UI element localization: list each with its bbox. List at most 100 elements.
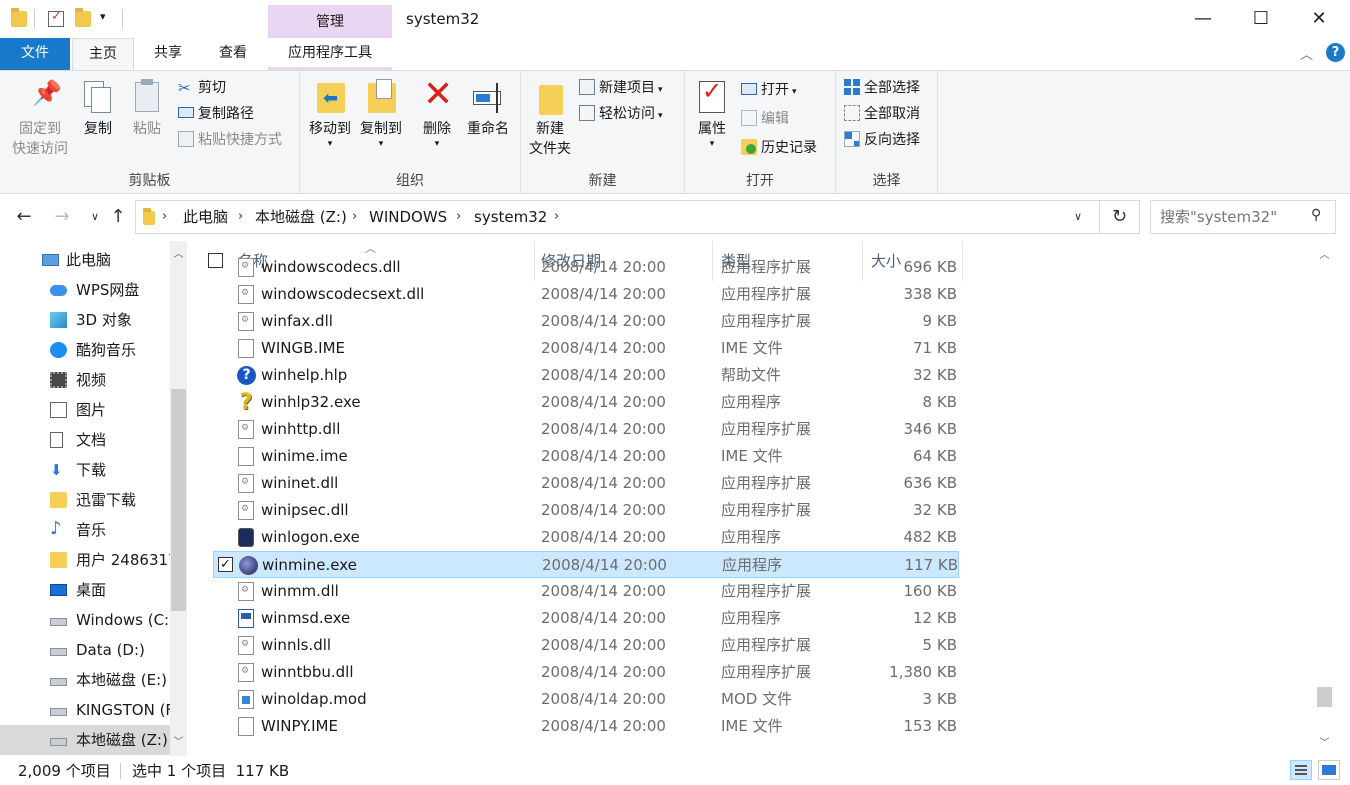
- nav-item[interactable]: WPS网盘: [0, 275, 170, 305]
- scroll-down-arrow-icon[interactable]: ﹀: [1316, 735, 1333, 752]
- file-row[interactable]: ✓ winmine.exe 2008/4/14 20:00 应用程序 117 KB: [213, 551, 959, 578]
- properties-button[interactable]: ✓ 属性 ▾: [691, 79, 733, 149]
- search-icon[interactable]: ⚲: [1311, 207, 1321, 223]
- recent-locations-chevron-icon[interactable]: ∨: [83, 203, 107, 231]
- file-row[interactable]: winlogon.exe 2008/4/14 20:00 应用程序 482 KB: [213, 524, 959, 551]
- nav-item[interactable]: ♪ 音乐: [0, 515, 170, 545]
- copy-to-button[interactable]: 复制到 ▾: [356, 79, 406, 149]
- collapse-ribbon-icon[interactable]: ︿: [1300, 44, 1313, 63]
- nav-item[interactable]: 用户 24863178: [0, 545, 170, 575]
- breadcrumb-windows[interactable]: WINDOWS: [369, 201, 447, 233]
- select-none-button[interactable]: 全部取消: [844, 103, 920, 125]
- nav-item[interactable]: 桌面: [0, 575, 170, 605]
- history-button[interactable]: 历史记录: [741, 137, 817, 159]
- tab-share[interactable]: 共享: [136, 38, 200, 70]
- back-arrow-icon[interactable]: ←: [12, 203, 36, 231]
- file-row[interactable]: winmm.dll 2008/4/14 20:00 应用程序扩展 160 KB: [213, 578, 959, 605]
- file-row[interactable]: winmsd.exe 2008/4/14 20:00 应用程序 12 KB: [213, 605, 959, 632]
- move-to-button[interactable]: ⬅ 移动到 ▾: [305, 79, 355, 149]
- file-list-scrollbar[interactable]: ︿ ﹀: [1316, 241, 1333, 756]
- close-button[interactable]: ✕: [1290, 0, 1348, 38]
- scroll-up-arrow-icon[interactable]: ︿: [1316, 247, 1333, 264]
- properties-quick-icon[interactable]: ✓: [48, 9, 64, 27]
- search-box[interactable]: ⚲: [1150, 200, 1336, 234]
- large-icons-view-icon[interactable]: [1318, 760, 1340, 780]
- file-row[interactable]: winnls.dll 2008/4/14 20:00 应用程序扩展 5 KB: [213, 632, 959, 659]
- file-row[interactable]: ? winhlp32.exe 2008/4/14 20:00 应用程序 8 KB: [213, 389, 959, 416]
- breadcrumb-separator-icon[interactable]: ›: [352, 201, 357, 233]
- nav-item[interactable]: 图片: [0, 395, 170, 425]
- file-row[interactable]: winime.ime 2008/4/14 20:00 IME 文件 64 KB: [213, 443, 959, 470]
- scroll-up-arrow-icon[interactable]: ︿: [170, 246, 187, 263]
- file-row[interactable]: WINGB.IME 2008/4/14 20:00 IME 文件 71 KB: [213, 335, 959, 362]
- paste-shortcut-button[interactable]: 粘贴快捷方式: [178, 129, 282, 151]
- pin-quick-access-button[interactable]: 📌 固定到 快速访问: [6, 79, 74, 159]
- new-folder-quick-icon[interactable]: [75, 8, 91, 27]
- tab-view[interactable]: 查看: [200, 38, 266, 70]
- easy-access-button[interactable]: 轻松访问 ▾: [579, 103, 663, 125]
- address-history-chevron-icon[interactable]: ∨: [1074, 201, 1082, 233]
- nav-item[interactable]: 本地磁盘 (E:): [0, 665, 170, 695]
- nav-scrollbar[interactable]: ︿ ﹀: [170, 241, 187, 756]
- maximize-button[interactable]: ☐: [1232, 0, 1290, 38]
- file-row[interactable]: winoldap.mod 2008/4/14 20:00 MOD 文件 3 KB: [213, 686, 959, 713]
- file-row[interactable]: winntbbu.dll 2008/4/14 20:00 应用程序扩展 1,380 K…: [213, 659, 959, 686]
- file-row[interactable]: WINPY.IME 2008/4/14 20:00 IME 文件 153 KB: [213, 713, 959, 740]
- minimize-button[interactable]: —: [1174, 0, 1232, 38]
- nav-item[interactable]: 3D 对象: [0, 305, 170, 335]
- file-row[interactable]: winhttp.dll 2008/4/14 20:00 应用程序扩展 346 KB: [213, 416, 959, 443]
- tab-home[interactable]: 主页: [72, 38, 134, 70]
- tab-file[interactable]: 文件: [0, 38, 70, 70]
- breadcrumb-separator-icon[interactable]: ›: [456, 201, 461, 233]
- breadcrumb-separator-icon[interactable]: ›: [554, 201, 559, 233]
- invert-selection-button[interactable]: 反向选择: [844, 129, 920, 151]
- breadcrumb-separator-icon[interactable]: ›: [162, 201, 167, 233]
- file-row[interactable]: winfax.dll 2008/4/14 20:00 应用程序扩展 9 KB: [213, 308, 959, 335]
- nav-item[interactable]: ⬇ 下载: [0, 455, 170, 485]
- tab-application-tools[interactable]: 应用程序工具: [268, 38, 392, 70]
- nav-item[interactable]: 文档: [0, 425, 170, 455]
- new-item-button[interactable]: 新建项目 ▾: [579, 77, 663, 99]
- new-folder-button[interactable]: 新建 文件夹: [525, 79, 575, 159]
- file-scroll-thumb[interactable]: [1317, 687, 1332, 707]
- customize-quick-access-icon[interactable]: ▾: [100, 10, 106, 23]
- breadcrumb-system32[interactable]: system32: [474, 201, 547, 233]
- file-row[interactable]: wininet.dll 2008/4/14 20:00 应用程序扩展 636 KB: [213, 470, 959, 497]
- open-button[interactable]: 打开 ▾: [741, 79, 797, 101]
- nav-item[interactable]: 酷狗音乐: [0, 335, 170, 365]
- nav-item[interactable]: 视频: [0, 365, 170, 395]
- breadcrumb-this-pc[interactable]: 此电脑: [183, 201, 228, 233]
- paste-button[interactable]: 粘贴: [126, 79, 168, 139]
- file-row[interactable]: ? winhelp.hlp 2008/4/14 20:00 帮助文件 32 KB: [213, 362, 959, 389]
- nav-item[interactable]: Data (D:): [0, 635, 170, 665]
- forward-arrow-icon[interactable]: →: [50, 203, 74, 231]
- refresh-icon[interactable]: ↻: [1100, 200, 1140, 234]
- file-row[interactable]: windowscodecs.dll 2008/4/14 20:00 应用程序扩展 69…: [213, 254, 959, 281]
- delete-button[interactable]: ✕ 删除 ▾: [416, 75, 458, 150]
- copy-path-button[interactable]: 复制路径: [178, 103, 254, 125]
- file-size: 64 KB: [913, 447, 957, 465]
- nav-item[interactable]: KINGSTON (F:): [0, 695, 170, 725]
- file-row[interactable]: winipsec.dll 2008/4/14 20:00 应用程序扩展 32 KB: [213, 497, 959, 524]
- copy-button[interactable]: 复制: [78, 79, 118, 139]
- nav-item[interactable]: 本地磁盘 (Z:): [0, 725, 170, 755]
- nav-scroll-thumb[interactable]: [171, 389, 186, 611]
- nav-item[interactable]: 迅雷下载: [0, 485, 170, 515]
- file-row[interactable]: windowscodecsext.dll 2008/4/14 20:00 应用程序扩…: [213, 281, 959, 308]
- edit-button[interactable]: 编辑: [741, 108, 789, 130]
- address-bar[interactable]: › 此电脑 › 本地磁盘 (Z:) › WINDOWS › system32 ›…: [135, 200, 1100, 234]
- select-all-button[interactable]: 全部选择: [844, 77, 920, 99]
- breadcrumb-drive-z[interactable]: 本地磁盘 (Z:): [255, 201, 347, 233]
- rename-button[interactable]: 重命名: [462, 79, 514, 139]
- row-checkbox[interactable]: ✓: [218, 557, 233, 572]
- nav-item[interactable]: 此电脑: [0, 245, 170, 275]
- up-arrow-icon[interactable]: ↑: [106, 203, 130, 231]
- cut-button[interactable]: ✂ 剪切: [178, 77, 226, 99]
- search-input[interactable]: [1160, 202, 1310, 232]
- nav-item[interactable]: Windows (C:): [0, 605, 170, 635]
- help-icon[interactable]: ?: [1326, 43, 1345, 62]
- scroll-down-arrow-icon[interactable]: ﹀: [170, 734, 187, 751]
- breadcrumb-separator-icon[interactable]: ›: [238, 201, 243, 233]
- folder-icon: [50, 492, 67, 508]
- details-view-icon[interactable]: [1290, 760, 1312, 780]
